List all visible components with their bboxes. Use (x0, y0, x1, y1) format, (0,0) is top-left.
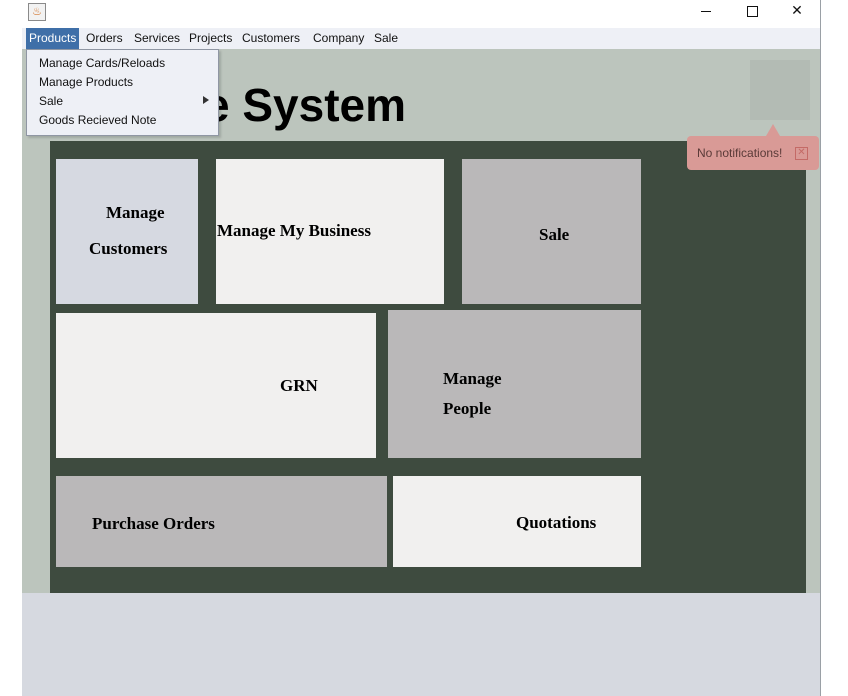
app-window: ♨ ✕ Products Orders Services Projects Cu… (22, 0, 821, 696)
grn-tile[interactable]: GRN (56, 313, 376, 458)
minimize-button[interactable] (683, 0, 729, 24)
quotations-tile[interactable]: Quotations (393, 476, 641, 567)
maximize-button[interactable] (729, 0, 775, 24)
menu-item-manage-cards-reloads[interactable]: Manage Cards/Reloads (39, 56, 165, 70)
menu-sale[interactable]: Sale (371, 28, 401, 49)
menu-item-manage-products[interactable]: Manage Products (39, 75, 133, 89)
content-margin-left (22, 141, 50, 593)
dashboard-panel: Manage Customers Manage My Business Sale… (50, 141, 806, 593)
sale-label: Sale (539, 225, 570, 244)
manage-people-tile[interactable]: Manage People (388, 310, 641, 458)
title-bar: ♨ ✕ (22, 0, 820, 28)
sale-tile[interactable]: Sale (462, 159, 641, 304)
manage-customers-label-line1: Manage (106, 203, 165, 222)
manage-customers-tile[interactable]: Manage Customers (56, 159, 198, 304)
notification-text: No notifications! (697, 146, 783, 160)
close-icon[interactable]: ✕ (795, 147, 808, 160)
close-icon: ✕ (791, 3, 803, 19)
content-margin-right (806, 141, 820, 593)
manage-my-business-tile[interactable]: Manage My Business (216, 159, 444, 304)
maximize-icon (746, 5, 758, 17)
menu-products[interactable]: Products (26, 28, 80, 49)
manage-customers-label-line2: Customers (89, 239, 168, 258)
purchase-orders-tile[interactable]: Purchase Orders (56, 476, 387, 567)
purchase-orders-label: Purchase Orders (92, 514, 215, 533)
menu-bar: Products Orders Services Projects Custom… (22, 28, 820, 50)
menu-orders[interactable]: Orders (83, 28, 126, 49)
menu-item-goods-recieved-note[interactable]: Goods Recieved Note (39, 113, 156, 127)
logo-placeholder (750, 60, 810, 120)
notification-balloon: No notifications! ✕ (687, 136, 819, 170)
page-title: e System (204, 79, 407, 131)
grn-label: GRN (280, 376, 318, 395)
menu-item-sale[interactable]: Sale (39, 94, 63, 108)
manage-my-business-label: Manage My Business (217, 221, 371, 240)
minimize-icon (701, 10, 711, 12)
products-dropdown-menu: Manage Cards/Reloads Manage Products Sal… (26, 49, 219, 136)
java-cup-icon: ♨ (28, 3, 46, 21)
submenu-arrow-icon (203, 96, 209, 104)
menu-customers[interactable]: Customers (239, 28, 303, 49)
notification-pointer (766, 124, 780, 136)
desktop-edge (0, 0, 22, 696)
manage-people-label-line1: Manage (443, 369, 502, 388)
menu-projects[interactable]: Projects (186, 28, 235, 49)
menu-company[interactable]: Company (310, 28, 367, 49)
manage-people-label-line2: People (443, 399, 492, 418)
close-button[interactable]: ✕ (774, 0, 820, 24)
menu-services[interactable]: Services (131, 28, 183, 49)
quotations-label: Quotations (516, 513, 597, 532)
